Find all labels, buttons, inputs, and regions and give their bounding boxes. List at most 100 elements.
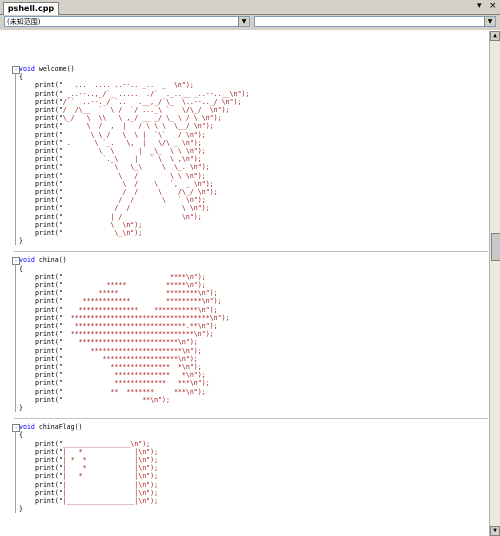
string-literal: \_/ \ \\ \ ,_/ __ _/ \_ \ / \ \n");: [62, 114, 222, 123]
print-call: print(": [35, 338, 63, 347]
member-combo[interactable]: ▼: [254, 16, 496, 27]
string-literal: | * |\n");: [62, 464, 159, 473]
brace: {: [19, 73, 23, 82]
code-line: print(" \ / , | / \ \ \ \__/ \n");: [35, 122, 214, 130]
code-line: print(" \ / \ `, _ \n");: [35, 180, 214, 188]
brace: }: [19, 404, 23, 412]
fold-guide: [15, 73, 16, 246]
string-literal: ****\n");: [62, 272, 206, 281]
print-call: print(": [35, 387, 63, 396]
string-literal: ***** *****\n");: [62, 281, 206, 289]
print-call: print(": [35, 305, 63, 314]
print-call: print(": [35, 196, 63, 205]
chevron-down-icon[interactable]: ▾: [477, 1, 482, 12]
print-call: print(": [35, 220, 63, 229]
brace-open: {: [19, 431, 23, 439]
vertical-scrollbar[interactable]: ▲ ▼: [489, 31, 500, 536]
string-literal: |_________________|\n");: [62, 497, 159, 505]
print-call: print(": [35, 179, 63, 188]
string-literal: \ / , | / \ \ \ \__/ \n");: [62, 122, 214, 131]
string-literal: ***** ********\n");: [62, 289, 218, 298]
print-call: print(": [35, 97, 63, 106]
code-line: print("\_/ \ \\ \ ,_/ __ _/ \_ \ / \ \n"…: [35, 114, 222, 122]
string-literal: `._\ | ` \ \ ,\n");: [62, 155, 202, 164]
string-literal: ***********************************\n");: [62, 313, 230, 322]
string-literal: \ / \ `, _ \n");: [62, 179, 214, 188]
tab-pshell-cpp[interactable]: pshell.cpp: [3, 2, 59, 15]
string-literal: *************************\n");: [62, 338, 198, 347]
scope-combo[interactable]: (未知范围) ▼: [4, 16, 250, 27]
code-editor[interactable]: - void welcome(){print(" ... .... ..--.. …: [0, 31, 488, 536]
print-call: print(": [35, 354, 63, 363]
code-line: print("/ /\__ ` \ / `/ ..._\ ` \/\_/ \n"…: [35, 106, 230, 114]
code-line: print(" | / \n");: [35, 213, 202, 221]
print-call: print(": [35, 89, 63, 98]
scope-bar: (未知范围) ▼ ▼: [0, 15, 500, 30]
code-line: print(" / / \ \n");: [35, 204, 210, 212]
code-line: print(" ************** *\n");: [35, 371, 206, 379]
code-line: print(" . \ `_. \, | \/\ _ \n");: [35, 139, 202, 147]
code-line: print(" / / \ /\_/ \n");: [35, 188, 218, 196]
print-call: print(": [35, 229, 63, 237]
string-literal: \ \ / \ \ | `\` / \n");: [62, 130, 206, 139]
code-line: print("| * * |\n");: [35, 456, 158, 464]
string-literal: ... .... ..--.. _.. _ \n");: [62, 81, 194, 90]
code-line: print(" *************** *\n");: [35, 363, 202, 371]
string-literal: / / \ ` \n");: [62, 196, 206, 205]
print-call: print(": [35, 313, 63, 322]
code-line: print(" *******************************\…: [35, 330, 214, 338]
code-line: print(" `._\ | ` \ \ ,\n");: [35, 155, 202, 163]
code-line: print(" **\n");: [35, 396, 170, 404]
print-call: print(": [35, 281, 63, 289]
close-icon[interactable]: ×: [489, 1, 497, 12]
print-call: print(": [35, 488, 63, 497]
print-call: print(": [35, 330, 63, 339]
print-call: print(": [35, 289, 63, 298]
print-call: print(": [35, 379, 63, 388]
print-call: print(": [35, 346, 63, 355]
scroll-thumb[interactable]: [491, 233, 500, 261]
code-line: print(" ************ *********\n");: [35, 297, 222, 305]
code-line: print(" ****\n");: [35, 273, 206, 281]
string-literal: \ \n");: [62, 220, 143, 229]
string-literal: / / \ \n");: [62, 204, 210, 213]
code-line: print(" \ \n");: [35, 221, 142, 229]
scroll-up-button[interactable]: ▲: [490, 31, 500, 41]
string-literal: \_\n");: [62, 229, 143, 237]
print-call: print(": [35, 464, 63, 473]
fold-guide: [15, 264, 16, 412]
string-literal: _________________\n");: [62, 439, 151, 448]
brace-close: }: [19, 404, 23, 412]
print-call: print(": [35, 297, 63, 306]
chevron-down-icon[interactable]: ▼: [238, 17, 249, 26]
code-line: print("| |\n");: [35, 489, 158, 497]
print-call: print(": [35, 363, 63, 371]
string-literal: / /\__ ` \ / `/ ..._\ ` \/\_/ \n");: [62, 106, 230, 114]
string-literal: \ / \ \ \n");: [62, 171, 206, 180]
code-line: print(" ***********************\n");: [35, 347, 202, 355]
chevron-down-icon[interactable]: ▼: [484, 17, 495, 26]
brace-open: {: [19, 73, 23, 81]
brace: }: [19, 237, 23, 246]
code-line: print(" \_\n");: [35, 229, 142, 237]
string-literal: /`` ..--._/ `.. .__,_/`\_ \..--.._/ \n")…: [62, 97, 242, 106]
code-line: print("| * |\n");: [35, 448, 158, 456]
function-name: welcome(): [38, 65, 75, 73]
print-call: print(": [35, 147, 63, 155]
print-call: print(": [35, 138, 63, 147]
brace-close: }: [19, 505, 23, 513]
function-signature: void chinaFlag(): [19, 423, 83, 431]
separator: [14, 418, 488, 420]
brace: {: [19, 431, 23, 440]
code-line: print(" \ \_\ \ \_. \n");: [35, 163, 210, 171]
code-line: print(" ********************************…: [35, 314, 230, 322]
tab-bar: pshell.cpp ▾ ×: [0, 0, 500, 15]
function-name: chinaFlag(): [38, 423, 83, 432]
string-literal: | * |\n");: [62, 472, 159, 481]
string-literal: . \ `_. \, | \/\ _ \n");: [62, 138, 202, 147]
code-line: print(" ... .... ..--.. _.. _ \n");: [35, 81, 194, 89]
string-literal: \ \_\ \ \_. \n");: [62, 163, 210, 172]
print-call: print(": [35, 188, 63, 196]
brace-open: {: [19, 265, 23, 273]
scroll-down-button[interactable]: ▼: [490, 526, 500, 536]
